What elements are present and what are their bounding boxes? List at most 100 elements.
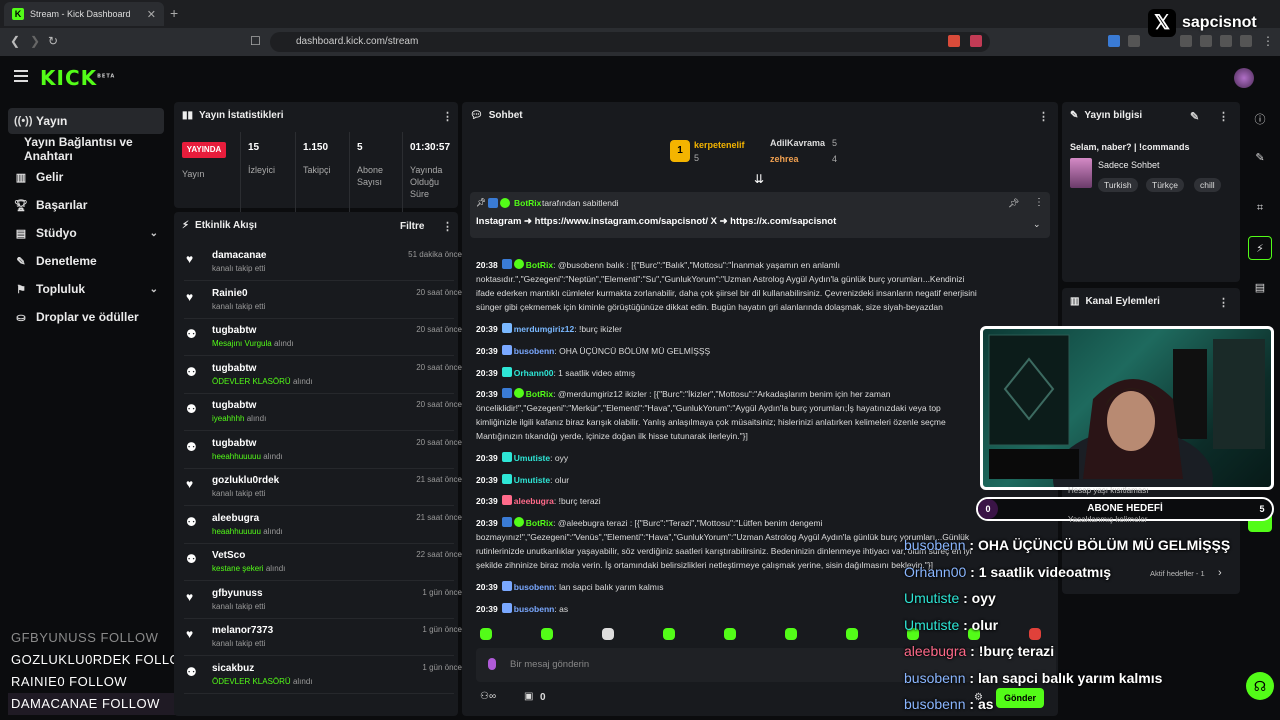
message-username[interactable]: busobenn — [514, 582, 555, 592]
bookmark-icon[interactable]: ☐ — [250, 34, 261, 48]
message-username[interactable]: BotRix — [526, 260, 553, 270]
channel-action-item[interactable]: Yasaklanmış kelimeler — [1068, 515, 1147, 524]
crop-icon[interactable]: ⌗ — [1248, 196, 1272, 220]
activity-item[interactable]: ⚉ tugbabtw heeahhuuuuu alındı 20 saat önce — [182, 434, 462, 470]
pinned-text[interactable]: Instagram ➜ https://www.instagram.com/sa… — [476, 216, 836, 227]
sidebar-item-topluluk[interactable]: ⚑ Topluluk ⌄ — [8, 276, 164, 302]
chevron-down-icon[interactable]: ⌄ — [1033, 219, 1041, 230]
filter-button[interactable]: Filtre — [400, 221, 424, 232]
more-icon[interactable]: ⋮ — [442, 220, 453, 233]
emote-icon[interactable] — [602, 628, 614, 640]
unpin-icon[interactable]: 📌︎ — [1008, 198, 1019, 209]
emote-icon[interactable] — [846, 628, 858, 640]
message-username[interactable]: Orhann00 — [514, 368, 554, 378]
activity-item[interactable]: ♥ Rainie0 kanalı takip etti 20 saat önce — [182, 284, 462, 320]
avatar[interactable] — [1234, 68, 1254, 88]
activity-item[interactable]: ♥ gfbyunuss kanalı takip etti 1 gün önce — [182, 584, 462, 620]
sidebar-item-yayin[interactable]: ((•)) Yayın — [8, 108, 164, 134]
activity-item[interactable]: ⚉ tugbabtw iyeahhhh alındı 20 saat önce — [182, 396, 462, 432]
browser-menu-icon[interactable]: ⋮ — [1262, 34, 1274, 48]
message-username[interactable]: merdumgiriz12 — [514, 324, 574, 334]
activity-item[interactable]: ♥ damacanae kanalı takip etti 51 dakika önc… — [182, 246, 462, 282]
activity-item[interactable]: ⚉ VetSco kestane şekeri alındı 22 saat önce — [182, 546, 462, 582]
emote-icon[interactable] — [541, 628, 553, 640]
activity-time: 20 saat önce — [416, 400, 462, 409]
info-icon[interactable]: ⓘ — [1248, 108, 1272, 132]
emote-icon[interactable] — [663, 628, 675, 640]
browser-tab[interactable]: K Stream - Kick Dashboard ✕ — [4, 2, 164, 26]
channel-action-item[interactable]: Aktif hedefler - 1 — [1150, 569, 1205, 578]
top-gifter-name[interactable]: kerpetenelif — [694, 140, 745, 150]
brave-rewards-icon[interactable] — [970, 35, 982, 47]
emote-icon[interactable] — [785, 628, 797, 640]
emote-icon[interactable] — [724, 628, 736, 640]
chat-message[interactable]: 20:39 BotRix: @merdumgiriz12 ikizler : [{… — [476, 387, 984, 443]
edit-pencil-icon[interactable]: ✎ — [1248, 146, 1272, 170]
menu-icon[interactable] — [14, 70, 28, 82]
edit-pencil-icon[interactable]: ✎ — [1190, 110, 1199, 123]
chat-message[interactable]: 20:38 BotRix: @busobenn balık : [{"Burc":… — [476, 258, 984, 314]
message-username[interactable]: aleebugra — [514, 496, 554, 506]
sidebar-item-droplar[interactable]: ⛀ Droplar ve ödüller — [8, 304, 164, 330]
sidebar-item-label: Droplar ve ödüller — [36, 310, 139, 324]
support-headset-icon[interactable]: ☊ — [1246, 672, 1274, 700]
back-icon[interactable]: ❮ — [10, 34, 20, 48]
message-username[interactable]: BotRix — [526, 389, 553, 399]
more-icon[interactable]: ⋮ — [1034, 197, 1044, 208]
forward-icon[interactable]: ❯ — [30, 34, 40, 48]
activity-item[interactable]: ⚉ sicakbuz ÖDEVLER KLASÖRÜ alındı 1 gün önc… — [182, 659, 462, 695]
activity-item[interactable]: ♥ melanor7373 kanalı takip etti 1 gün önce — [182, 621, 462, 657]
chevron-right-icon[interactable]: › — [1218, 567, 1222, 579]
sidebar-item-studyo[interactable]: ▤ Stüdyo ⌄ — [8, 220, 164, 246]
url-field[interactable]: dashboard.kick.com/stream — [270, 32, 990, 52]
brave-shield-icon[interactable] — [948, 35, 960, 47]
activity-item[interactable]: ♥ gozluklu0rdek kanalı takip etti 21 saat ö… — [182, 471, 462, 507]
stream-info-panel: ✎ Yayın bilgisi ✎ ⋮ Selam, naber? | !comm… — [1062, 102, 1240, 282]
activity-time: 20 saat önce — [416, 287, 462, 297]
lightning-icon[interactable]: ⚡︎ — [1248, 236, 1272, 260]
send-button[interactable]: Gönder — [996, 688, 1044, 708]
top-gifter-name[interactable]: zehrea — [770, 154, 799, 164]
chat-message[interactable]: 20:39 Umutiste: oyy — [476, 451, 984, 465]
channel-action-item[interactable]: Hesap yaşı kısıtlaması — [1068, 486, 1148, 495]
message-username[interactable]: Umutiste — [514, 453, 550, 463]
overlay-username: Umutiste — [904, 590, 960, 606]
emote-icon[interactable] — [480, 628, 492, 640]
message-username[interactable]: busobenn — [514, 604, 555, 614]
activity-username: gfbyunuss — [212, 587, 263, 599]
more-icon[interactable]: ⋮ — [1218, 296, 1229, 309]
activity-item[interactable]: ⚉ aleebugra heaahhuuuuu alındı 21 saat önce — [182, 509, 462, 545]
more-icon[interactable]: ⋮ — [442, 110, 453, 123]
expand-gifters-icon[interactable]: ⇊ — [754, 172, 764, 186]
activity-item[interactable]: ⚉ tugbabtw ÖDEVLER KLASÖRÜ alındı 20 saat ö… — [182, 359, 462, 395]
sidebar-item-gelir[interactable]: ▥ Gelir — [8, 164, 164, 190]
chat-message[interactable]: 20:39 Umutiste: olur — [476, 473, 984, 487]
extension-icon[interactable] — [1108, 35, 1120, 47]
sidebar-item-stream-key[interactable]: Yayın Bağlantısı ve Anahtarı — [8, 135, 164, 163]
activity-item[interactable]: ⚉ tugbabtw Mesajını Vurgula alındı 20 saat … — [182, 321, 462, 357]
sidebar-item-basarilar[interactable]: 🏆︎ Başarılar — [8, 192, 164, 218]
more-icon[interactable]: ⋮ — [1218, 110, 1229, 123]
chat-message[interactable]: 20:39 Orhann00: 1 saatlik video atmış — [476, 366, 984, 380]
kick-logo[interactable]: KICKBETA — [40, 66, 115, 90]
chat-message[interactable]: 20:39 merdumgiriz12: !burç ikizler — [476, 322, 984, 336]
chat-message[interactable]: 20:39 aleebugra: !burç terazi — [476, 494, 984, 508]
chat-message[interactable]: 20:39 busobenn: OHA ÜÇÜNCÜ BÖLÜM MÜ GELMİ… — [476, 344, 984, 358]
panel-title: Yayın İstatistikleri — [199, 110, 284, 121]
gift-icon[interactable]: ▣ — [524, 691, 533, 702]
close-tab-icon[interactable]: ✕ — [147, 8, 156, 21]
microphone-icon[interactable] — [488, 658, 496, 670]
more-icon[interactable]: ⋮ — [1038, 110, 1049, 123]
channel-points-icon[interactable]: ⚇∞ — [480, 691, 496, 702]
sidebar-item-denetleme[interactable]: ✎ Denetleme — [8, 248, 164, 274]
message-username[interactable]: Umutiste — [514, 475, 550, 485]
document-icon[interactable]: ▤ — [1248, 276, 1272, 300]
category-name[interactable]: Sadece Sohbet — [1098, 160, 1160, 170]
message-text: 1 saatlik video atmış — [558, 368, 636, 378]
new-tab-icon[interactable]: + — [170, 5, 178, 21]
extensions-puzzle-icon[interactable] — [1128, 35, 1140, 47]
top-gifter-name[interactable]: AdilKavrama — [770, 138, 825, 148]
message-username[interactable]: BotRix — [526, 518, 553, 528]
message-username[interactable]: busobenn — [514, 346, 555, 356]
reload-icon[interactable]: ↻ — [48, 34, 58, 48]
